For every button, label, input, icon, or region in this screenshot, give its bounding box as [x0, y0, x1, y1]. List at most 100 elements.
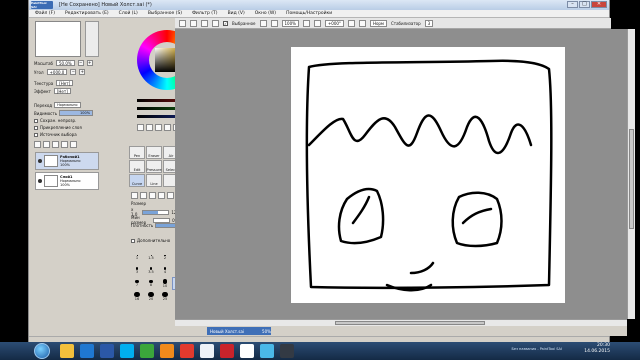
angle-field[interactable]: +000° [324, 19, 344, 27]
app-icon-blue[interactable] [100, 344, 114, 358]
horizontal-scrollbar[interactable] [175, 319, 627, 326]
density-slider[interactable] [155, 223, 178, 228]
menu-edit[interactable]: Редактировать (E) [65, 11, 109, 16]
zoom-field[interactable]: 100% [281, 19, 299, 27]
layer-row[interactable]: Слой1 Нормально 100% [35, 172, 99, 190]
brush-shape-icon-1[interactable] [131, 192, 138, 199]
brush-size-preset[interactable]: 3 [131, 265, 143, 276]
close-button[interactable]: ✕ [591, 1, 607, 8]
player-icon[interactable] [80, 344, 94, 358]
mode-select[interactable]: Нормально [54, 102, 81, 108]
layer-row[interactable]: Рабочий1 Нормально 100% [35, 152, 99, 170]
navigator-thumbnail[interactable] [35, 21, 81, 57]
angle-plus-button[interactable]: + [79, 69, 86, 75]
utorrent-icon[interactable] [140, 344, 154, 358]
yandex-icon[interactable] [240, 344, 254, 358]
rotate-right-icon[interactable] [313, 19, 321, 27]
canvas-area[interactable] [175, 29, 627, 319]
min-size-slider[interactable] [152, 217, 171, 223]
vivaldi-icon[interactable] [220, 344, 234, 358]
stabilizer-field[interactable]: 3 [424, 19, 434, 27]
merge-down-icon[interactable] [52, 141, 59, 148]
brush-size-preset[interactable]: 20 [145, 291, 157, 302]
brush-size-preset[interactable]: 1.5 [145, 252, 157, 263]
angle-field-nav[interactable]: +000.0 [46, 69, 68, 75]
tool-pressure[interactable]: Pressure [146, 160, 162, 173]
horizontal-scroll-thumb[interactable] [335, 321, 485, 325]
mode-field[interactable]: Норм [369, 19, 387, 27]
brush-shape-icon-2[interactable] [140, 192, 147, 199]
color-tool-icon-4[interactable] [164, 124, 171, 131]
yandex-browser-icon[interactable] [180, 344, 194, 358]
angle-minus-button[interactable]: − [70, 69, 77, 75]
brush-size-slider[interactable] [142, 209, 170, 215]
explorer-icon[interactable] [60, 344, 74, 358]
minimize-button[interactable]: – [567, 1, 578, 8]
brush-size-preset[interactable]: 1 [131, 252, 143, 263]
tool-edit[interactable]: Edit [129, 160, 145, 173]
menu-layer[interactable]: Слой (L) [119, 11, 138, 16]
tool-line[interactable]: Line [146, 174, 162, 187]
selection-checkbox[interactable]: ✓ [223, 20, 228, 26]
new-folder-icon[interactable] [43, 141, 50, 148]
brush-size-preset[interactable]: 25 [159, 291, 171, 302]
brush-size-preset[interactable]: 10 [159, 278, 171, 289]
visibility-eye-icon[interactable] [38, 179, 42, 183]
brush-size-preset[interactable]: 2 [159, 252, 171, 263]
document-tab[interactable]: Новый Холст.sai 50% [207, 327, 271, 335]
menu-help[interactable]: Помощь/Настройки [286, 11, 332, 16]
tool-curve[interactable]: Curve [129, 174, 145, 187]
brush-size-preset[interactable]: 3.5 [145, 265, 157, 276]
rotate-left-icon[interactable] [302, 19, 310, 27]
delete-layer-icon[interactable] [70, 141, 77, 148]
zoom-in-icon[interactable] [270, 19, 278, 27]
drawing-canvas[interactable] [291, 47, 565, 303]
brush-shape-icon-5[interactable] [167, 192, 174, 199]
flip-icon[interactable] [358, 19, 366, 27]
color-tool-icon-1[interactable] [137, 124, 144, 131]
start-button[interactable] [34, 343, 50, 359]
new-layer-icon[interactable] [34, 141, 41, 148]
color-tool-icon-3[interactable] [155, 124, 162, 131]
selection-source-checkbox[interactable] [34, 132, 38, 137]
skype-icon[interactable] [120, 344, 134, 358]
preserve-opacity-checkbox[interactable] [34, 118, 38, 123]
opacity-field[interactable]: 100% [59, 110, 94, 116]
invert-icon[interactable] [212, 19, 219, 27]
brush-size-preset[interactable]: 4 [159, 265, 171, 276]
clipping-checkbox[interactable] [34, 125, 38, 130]
vertical-scroll-thumb[interactable] [629, 129, 634, 229]
scale-field[interactable]: 50.0% [56, 60, 75, 66]
vertical-scrollbar[interactable] [627, 29, 635, 319]
reset-rotation-icon[interactable] [347, 19, 355, 27]
clock[interactable]: 20:30 14.06.2015 [584, 343, 610, 355]
deselect-icon[interactable] [201, 19, 208, 27]
visibility-eye-icon[interactable] [38, 159, 42, 163]
zoom-out-icon[interactable] [259, 19, 267, 27]
tool-pen[interactable]: Pen [129, 146, 145, 159]
tool-eraser[interactable]: Eraser [146, 146, 162, 159]
menu-select[interactable]: Выбранное (S) [148, 11, 182, 16]
clear-layer-icon[interactable] [61, 141, 68, 148]
menu-window[interactable]: Окно (W) [255, 11, 276, 16]
menu-view[interactable]: Вид (V) [228, 11, 245, 16]
redo-icon[interactable] [190, 19, 197, 27]
color-tool-icon-2[interactable] [146, 124, 153, 131]
brush-size-preset[interactable]: 8 [145, 278, 157, 289]
sai-taskbar-icon[interactable] [200, 344, 214, 358]
texture-field[interactable]: [Нет] [56, 80, 74, 86]
scale-plus-button[interactable]: + [86, 60, 93, 66]
odnoklassniki-icon[interactable] [160, 344, 174, 358]
brush-size-preset[interactable]: 7 [131, 278, 143, 289]
undo-icon[interactable] [179, 19, 186, 27]
brush-shape-icon-3[interactable] [149, 192, 156, 199]
effect-field[interactable]: [Нет] [53, 88, 71, 94]
advanced-checkbox[interactable] [131, 238, 135, 243]
menu-file[interactable]: Файл (F) [35, 11, 55, 16]
menu-filter[interactable]: Фильтр (T) [192, 11, 218, 16]
brush-shape-icon-4[interactable] [158, 192, 165, 199]
app-icon-dark[interactable] [280, 344, 294, 358]
maximize-button[interactable]: □ [579, 1, 590, 8]
scale-minus-button[interactable]: − [77, 60, 84, 66]
paint-icon[interactable] [260, 344, 274, 358]
